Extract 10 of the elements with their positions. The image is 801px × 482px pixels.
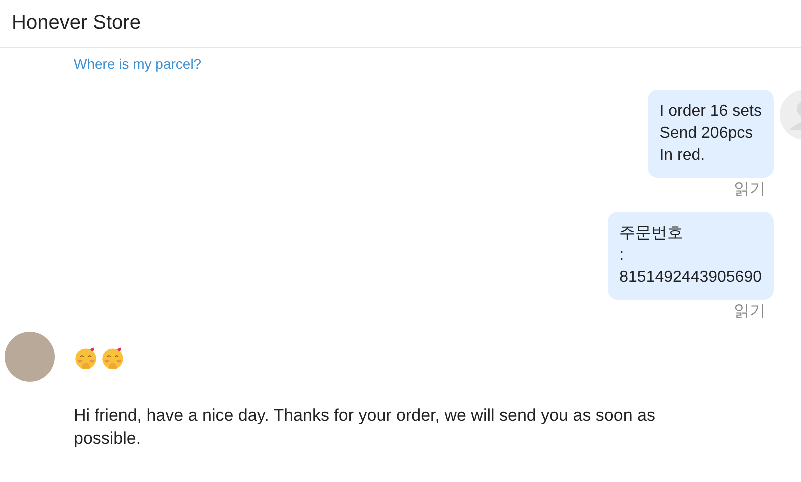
read-status: 읽기	[734, 302, 766, 322]
avatar-photo	[5, 332, 55, 382]
blushing-emoji-icon	[74, 346, 98, 370]
message-text: Hi friend, have a nice day. Thanks for your order, we will send you as soon as possible.	[74, 405, 656, 450]
read-status: 읽기	[734, 180, 766, 200]
quick-reply-link[interactable]: Where is my parcel?	[74, 54, 801, 74]
message-bubble: I order 16 sets Send 206pcs In red.	[648, 90, 774, 178]
blushing-emoji-icon	[101, 346, 125, 370]
store-title: Honever Store	[12, 12, 141, 35]
message-bubble: 주문번호 : 8151492443905690	[608, 212, 774, 300]
